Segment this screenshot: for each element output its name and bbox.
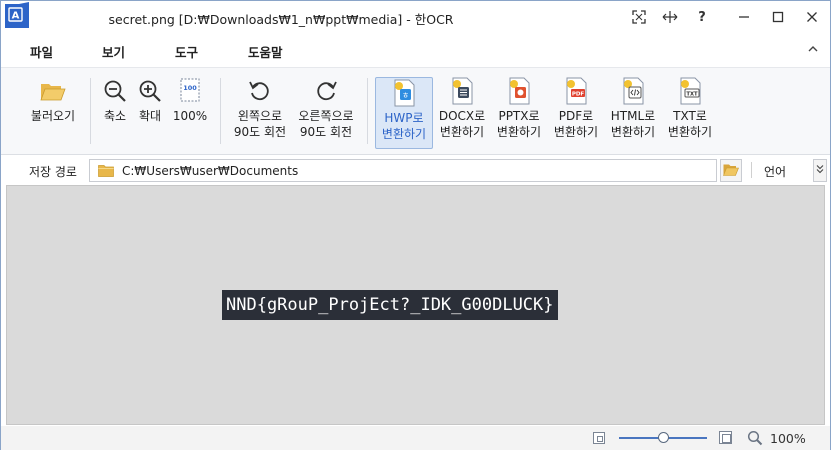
convert-html-label-1: HTML로 <box>610 109 656 123</box>
convert-docx-label-1: DOCX로 <box>438 109 486 123</box>
ribbon-divider <box>220 78 221 144</box>
zoom-100-badge: 100 <box>183 84 197 92</box>
zoom-100-button[interactable]: 100 100% <box>169 76 211 148</box>
window-title: secret.png [D:₩Downloads₩1_n₩ppt₩media] … <box>108 12 454 27</box>
collapse-ribbon-icon[interactable] <box>808 42 818 56</box>
save-path-field[interactable]: C:₩Users₩user₩Documents <box>89 159 717 182</box>
ribbon-divider <box>367 78 368 144</box>
menu-tools[interactable]: 도구 <box>175 42 198 61</box>
menu-help[interactable]: 도움말 <box>248 42 283 61</box>
convert-pdf-label-1: PDF로 <box>558 109 594 123</box>
zoom-out-label: 축소 <box>103 109 127 123</box>
save-path-bar: 저장 경로 C:₩Users₩user₩Documents 언어 <box>1 156 830 184</box>
loaded-image-text: NND{gRouP_ProjEct?_IDK_G00DLUCK} <box>222 290 558 320</box>
folder-icon <box>98 164 114 180</box>
html-file-icon <box>618 76 648 106</box>
close-icon[interactable] <box>801 7 823 27</box>
convert-html-label-2: 변환하기 <box>610 125 656 139</box>
zoom-slider-handle[interactable] <box>657 432 669 443</box>
convert-hwp-label-1: HWP로 <box>384 111 424 125</box>
rotate-right-icon <box>311 76 341 106</box>
app-window: A secret.png [D:₩Downloads₩1_n₩ppt₩media… <box>0 0 831 450</box>
pptx-file-icon <box>504 76 534 106</box>
move-icon[interactable] <box>659 7 681 27</box>
actual-size-button[interactable] <box>719 431 732 444</box>
convert-pptx-button[interactable]: PPTX로 변환하기 <box>492 76 546 148</box>
actual-size-icon: 100 <box>175 76 205 106</box>
convert-pptx-label-1: PPTX로 <box>498 109 540 123</box>
language-dropdown[interactable] <box>813 159 827 182</box>
rotate-right-label-2: 90도 회전 <box>299 125 353 139</box>
convert-txt-label-1: TXT로 <box>673 109 707 123</box>
svg-text:ㅎ: ㅎ <box>402 91 409 100</box>
title-bar: A secret.png [D:₩Downloads₩1_n₩ppt₩media… <box>1 1 830 33</box>
rotate-left-label-1: 왼쪽으로 <box>237 109 283 123</box>
save-path-label: 저장 경로 <box>29 165 77 179</box>
help-icon[interactable]: ? <box>691 7 713 27</box>
rotate-left-icon <box>245 76 275 106</box>
convert-pdf-button[interactable]: PDF PDF로 변환하기 <box>549 76 603 148</box>
hwp-file-icon: ㅎ <box>389 78 419 108</box>
zoom-in-icon <box>135 76 165 106</box>
menu-bar: 파일 보기 도구 도움말 <box>1 34 830 66</box>
image-canvas[interactable]: NND{gRouP_ProjEct?_IDK_G00DLUCK} <box>6 185 825 425</box>
txt-badge: TXT <box>686 91 698 97</box>
menu-file[interactable]: 파일 <box>30 42 53 61</box>
zoom-in-label: 확대 <box>138 109 162 123</box>
convert-html-button[interactable]: HTML로 변환하기 <box>606 76 660 148</box>
browse-folder-button[interactable] <box>720 159 742 182</box>
convert-docx-button[interactable]: DOCX로 변환하기 <box>435 76 489 148</box>
convert-pdf-label-2: 변환하기 <box>553 125 599 139</box>
convert-hwp-label-2: 변환하기 <box>381 127 427 141</box>
pdf-file-icon: PDF <box>561 76 591 106</box>
magnifier-icon <box>747 430 763 449</box>
ribbon-divider <box>90 78 91 144</box>
zoom-level: 100% <box>770 431 806 446</box>
folder-open-icon <box>38 76 68 106</box>
docx-file-icon <box>447 76 477 106</box>
convert-pptx-label-2: 변환하기 <box>496 125 542 139</box>
fit-to-window-button[interactable] <box>593 432 605 444</box>
ribbon-toolbar: 불러오기 축소 확대 100 100% 왼쪽으로 90도 회전 오른쪽으로 90… <box>1 67 830 155</box>
status-bar: 100% <box>1 426 830 450</box>
convert-hwp-button[interactable]: ㅎ HWP로 변환하기 <box>375 77 433 149</box>
menu-view[interactable]: 보기 <box>102 42 125 61</box>
open-label: 불러오기 <box>30 109 76 123</box>
zoom-out-button[interactable]: 축소 <box>98 76 132 148</box>
save-path-value: C:₩Users₩user₩Documents <box>122 164 299 178</box>
pdf-badge: PDF <box>572 92 585 98</box>
open-button[interactable]: 불러오기 <box>25 76 81 148</box>
rotate-right-label-1: 오른쪽으로 <box>298 109 354 123</box>
fullscreen-icon[interactable] <box>628 7 650 27</box>
minimize-icon[interactable] <box>733 7 755 27</box>
convert-docx-label-2: 변환하기 <box>439 125 485 139</box>
zoom-in-button[interactable]: 확대 <box>133 76 167 148</box>
zoom-out-icon <box>100 76 130 106</box>
convert-txt-label-2: 변환하기 <box>667 125 713 139</box>
convert-txt-button[interactable]: TXT TXT로 변환하기 <box>663 76 717 148</box>
double-chevron-down-icon <box>816 164 824 177</box>
rotate-left-label-2: 90도 회전 <box>233 125 287 139</box>
txt-file-icon: TXT <box>675 76 705 106</box>
rotate-left-button[interactable]: 왼쪽으로 90도 회전 <box>229 76 291 148</box>
language-label: 언어 <box>764 165 787 179</box>
folder-open-icon <box>723 163 739 179</box>
maximize-icon[interactable] <box>767 7 789 27</box>
language-divider <box>751 162 752 178</box>
zoom-100-label: 100% <box>172 109 208 123</box>
rotate-right-button[interactable]: 오른쪽으로 90도 회전 <box>293 76 359 148</box>
